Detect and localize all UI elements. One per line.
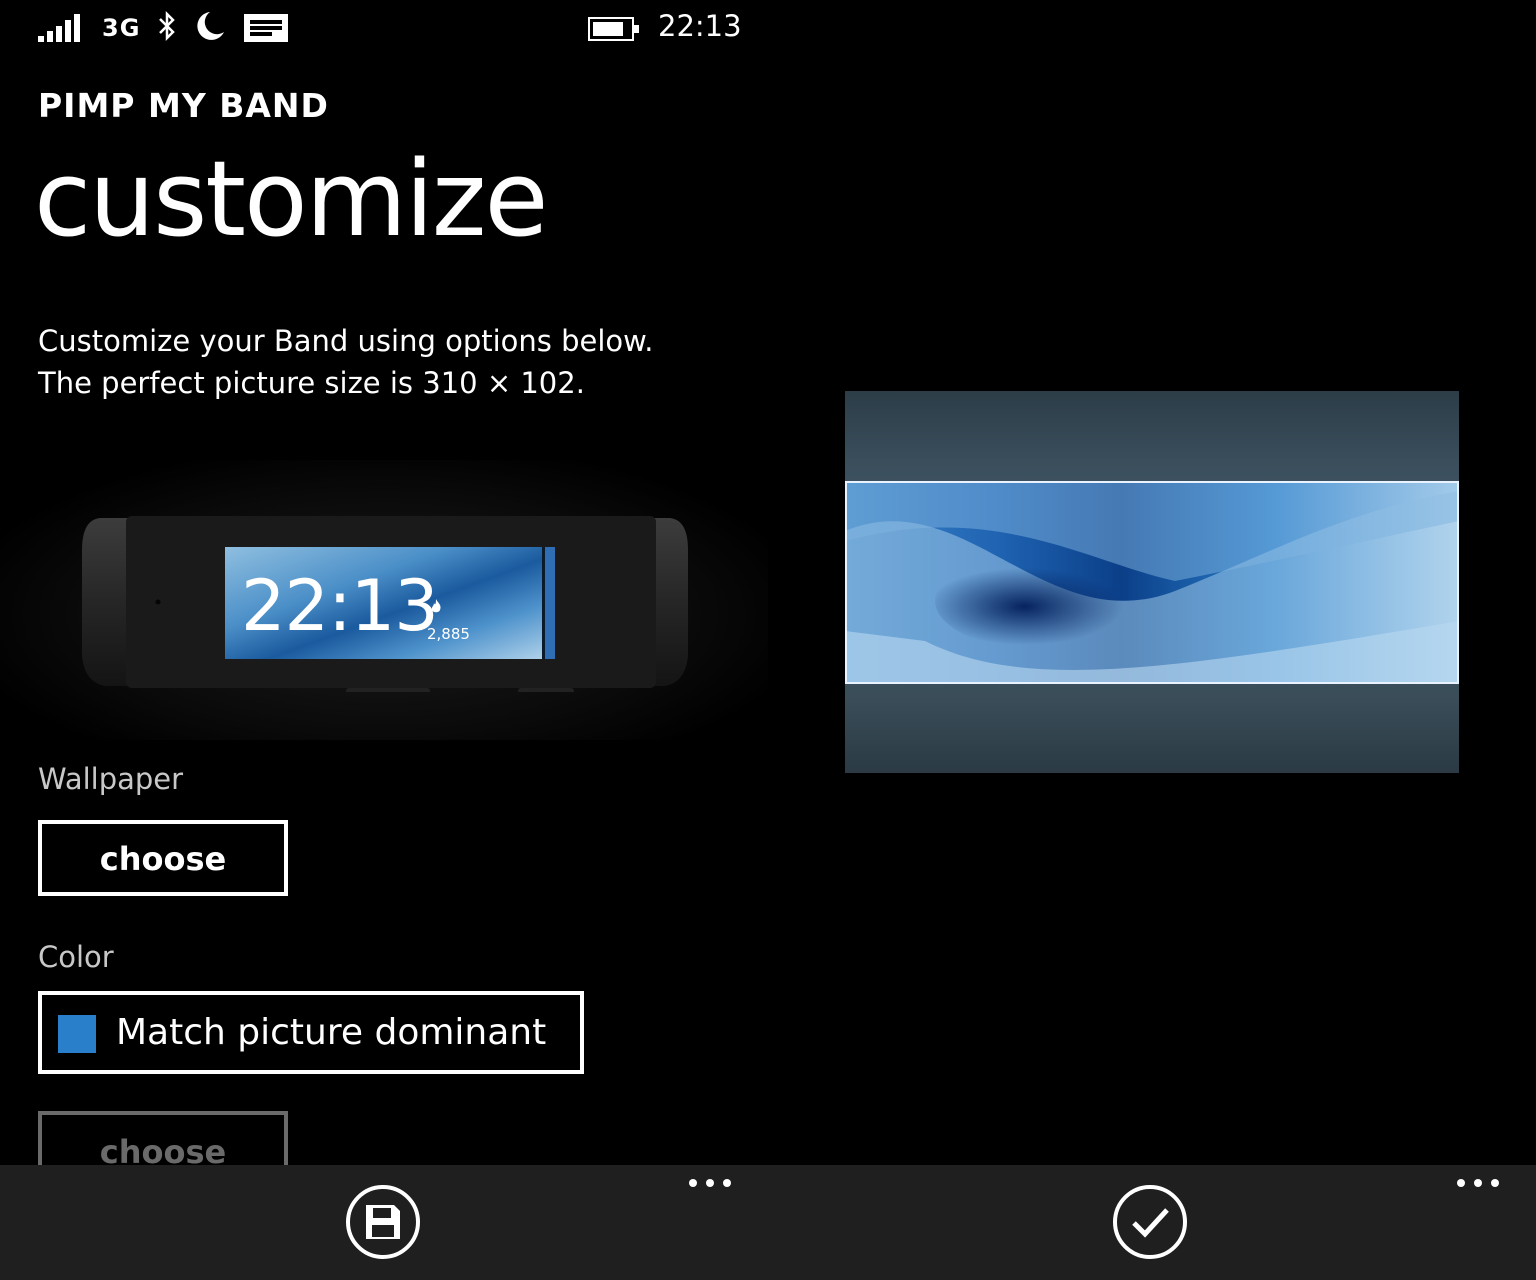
message-icon [244, 14, 288, 42]
phone-screen: 3G 22:13 PIMP MY BAND customize Customiz… [0, 0, 1536, 1280]
status-bar: 3G 22:13 [0, 0, 768, 56]
app-bar [0, 1165, 1536, 1280]
flame-icon [431, 599, 441, 613]
color-swatch [58, 1015, 96, 1053]
ellipsis-icon-right[interactable] [1454, 1173, 1504, 1193]
crop-frame[interactable] [845, 481, 1459, 684]
moon-icon [197, 12, 224, 40]
band-accent-bar [542, 547, 555, 659]
choose-wallpaper-button[interactable]: choose [38, 820, 288, 896]
status-time: 22:13 [658, 9, 742, 43]
band-time: 22:13 [241, 565, 439, 647]
band-screen: 22:13 2,885 [225, 547, 555, 659]
app-title: PIMP MY BAND [38, 86, 329, 125]
color-label: Color [38, 940, 114, 974]
signal-icon [38, 14, 80, 42]
band-preview: 22:13 2,885 [0, 460, 768, 740]
page-title: customize [34, 138, 548, 260]
description-line-2: The perfect picture size is 310 × 102. [38, 366, 585, 400]
band-steps: 2,885 [427, 625, 470, 643]
color-select[interactable]: Match picture dominant [38, 991, 584, 1074]
wallpaper-preview-image [845, 391, 1459, 773]
battery-icon [588, 17, 639, 41]
network-type: 3G [102, 14, 141, 42]
save-icon[interactable] [344, 1183, 422, 1261]
description-line-1: Customize your Band using options below. [38, 324, 654, 358]
ellipsis-icon[interactable] [686, 1173, 736, 1193]
description: Customize your Band using options below.… [38, 320, 653, 404]
bluetooth-icon [159, 10, 175, 42]
check-icon[interactable] [1111, 1183, 1189, 1261]
color-select-value: Match picture dominant [116, 1012, 547, 1053]
wallpaper-label: Wallpaper [38, 762, 184, 796]
